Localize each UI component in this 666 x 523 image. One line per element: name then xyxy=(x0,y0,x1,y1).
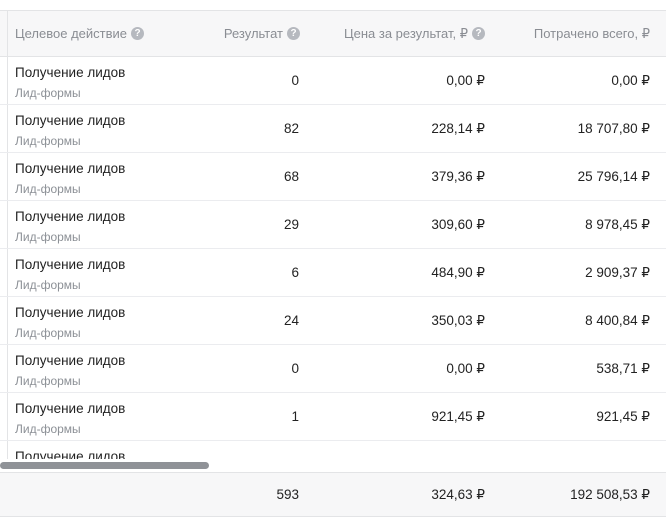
horizontal-scrollbar[interactable] xyxy=(0,459,666,471)
price-value: 921,45 ₽ xyxy=(431,409,485,424)
action-subtitle: Лид-формы xyxy=(15,278,81,292)
result-value: 82 xyxy=(283,121,299,136)
price-value: 309,60 ₽ xyxy=(431,217,485,232)
action-title: Получение лидов xyxy=(15,305,126,320)
header-spent-label: Потрачено всего, ₽ xyxy=(533,25,650,41)
price-value: 350,03 ₽ xyxy=(431,313,485,328)
action-title: Получение лидов xyxy=(15,113,126,128)
action-subtitle: Лид-формы xyxy=(15,422,81,436)
action-title: Получение лидов xyxy=(15,401,126,416)
header-result[interactable]: Результат ? xyxy=(224,11,300,56)
top-gap xyxy=(0,0,666,10)
result-value: 24 xyxy=(283,313,299,328)
result-value: 6 xyxy=(291,265,299,280)
header-action[interactable]: Целевое действие ? xyxy=(15,11,144,56)
result-value: 0 xyxy=(291,361,299,376)
spent-value: 18 707,80 ₽ xyxy=(577,121,650,136)
table-row[interactable]: Получение лидов Лид-формы 24 350,03 ₽ 8 … xyxy=(0,297,666,345)
table-body: Получение лидов Лид-формы 0 0,00 ₽ 0,00 … xyxy=(0,57,666,459)
result-value: 29 xyxy=(283,217,299,232)
table-totals: 593 324,63 ₽ 192 508,53 ₽ xyxy=(0,472,666,517)
result-value: 68 xyxy=(283,169,299,184)
action-title: Получение лидов xyxy=(15,353,126,368)
total-result: 593 xyxy=(276,487,299,502)
action-title: Получение лидов xyxy=(15,449,126,459)
action-subtitle: Лид-формы xyxy=(15,230,81,244)
spent-value: 25 796,14 ₽ xyxy=(577,169,650,184)
action-title: Получение лидов xyxy=(15,65,126,80)
header-price-label: Цена за результат, ₽ xyxy=(344,25,468,41)
table-row[interactable]: Получение лидов Лид-формы 29 309,60 ₽ 8 … xyxy=(0,201,666,249)
action-subtitle: Лид-формы xyxy=(15,182,81,196)
result-value: 0 xyxy=(291,73,299,88)
header-action-label: Целевое действие xyxy=(15,26,127,41)
price-value: 228,14 ₽ xyxy=(431,121,485,136)
action-title: Получение лидов xyxy=(15,161,126,176)
header-price[interactable]: Цена за результат, ₽ ? xyxy=(344,11,485,56)
action-title: Получение лидов xyxy=(15,257,126,272)
spent-value: 0,00 ₽ xyxy=(611,73,650,88)
action-subtitle: Лид-формы xyxy=(15,326,81,340)
help-icon[interactable]: ? xyxy=(472,27,485,40)
action-title: Получение лидов xyxy=(15,209,126,224)
total-spent: 192 508,53 ₽ xyxy=(570,487,650,502)
table-row[interactable]: Получение лидов Лид-формы 0 0,00 ₽ 0,00 … xyxy=(0,57,666,105)
price-value: 0,00 ₽ xyxy=(446,73,485,88)
spent-value: 8 978,45 ₽ xyxy=(585,217,650,232)
table-row[interactable]: Получение лидов Лид-формы 1 921,45 ₽ 921… xyxy=(0,393,666,441)
help-icon[interactable]: ? xyxy=(287,27,300,40)
price-value: 379,36 ₽ xyxy=(431,169,485,184)
scrollbar-thumb[interactable] xyxy=(0,462,209,469)
spent-value: 8 400,84 ₽ xyxy=(585,313,650,328)
table-row[interactable]: Получение лидов Лид-формы 68 379,36 ₽ 25… xyxy=(0,153,666,201)
result-value: 1 xyxy=(291,409,299,424)
total-price: 324,63 ₽ xyxy=(431,487,485,502)
price-value: 0,00 ₽ xyxy=(446,361,485,376)
table-row[interactable]: Получение лидов xyxy=(0,441,666,459)
action-subtitle: Лид-формы xyxy=(15,86,81,100)
action-subtitle: Лид-формы xyxy=(15,374,81,388)
header-result-label: Результат xyxy=(223,26,283,41)
action-subtitle: Лид-формы xyxy=(15,134,81,148)
table-row[interactable]: Получение лидов Лид-формы 82 228,14 ₽ 18… xyxy=(0,105,666,153)
price-value: 484,90 ₽ xyxy=(431,265,485,280)
table-row[interactable]: Получение лидов Лид-формы 0 0,00 ₽ 538,7… xyxy=(0,345,666,393)
help-icon[interactable]: ? xyxy=(131,27,144,40)
table-header: Целевое действие ? Результат ? Цена за р… xyxy=(0,10,666,57)
spent-value: 2 909,37 ₽ xyxy=(585,265,650,280)
spent-value: 921,45 ₽ xyxy=(596,409,650,424)
table-row[interactable]: Получение лидов Лид-формы 6 484,90 ₽ 2 9… xyxy=(0,249,666,297)
spent-value: 538,71 ₽ xyxy=(596,361,650,376)
column-divider xyxy=(7,11,8,56)
header-spent[interactable]: Потрачено всего, ₽ xyxy=(534,11,650,56)
